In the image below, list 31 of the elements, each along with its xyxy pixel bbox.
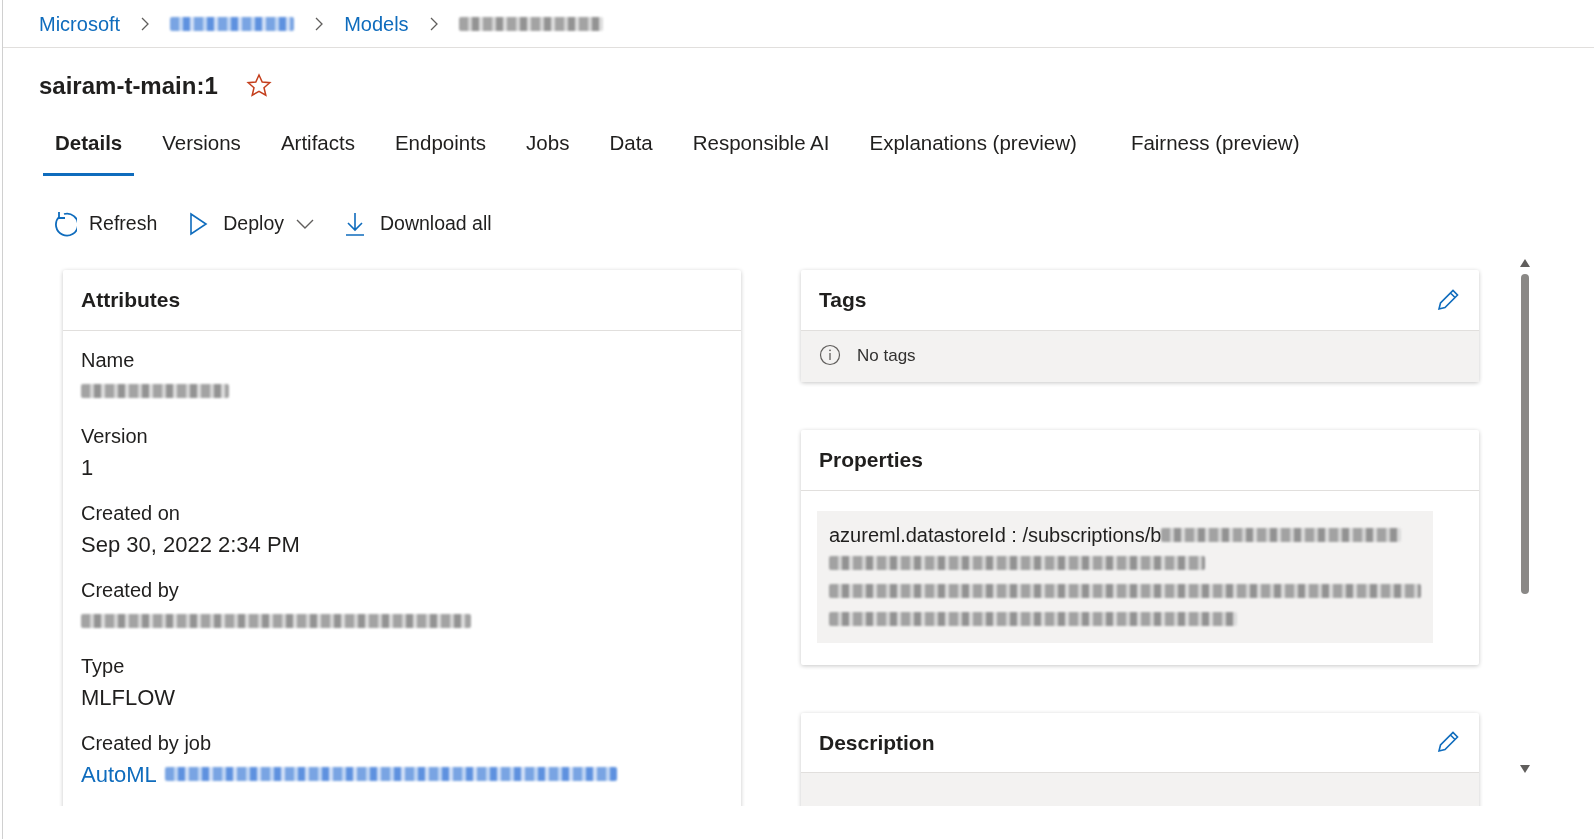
tab[interactable]: Details	[43, 118, 135, 176]
field-label: Created on	[81, 500, 181, 526]
field-value: 1	[81, 453, 95, 482]
tab[interactable]: Versions	[150, 118, 253, 176]
breadcrumb-link[interactable]: Models	[344, 8, 409, 39]
toolbar-button[interactable]: Deploy	[183, 205, 316, 243]
field-label: Created by job	[81, 730, 213, 756]
tab[interactable]: Jobs	[514, 118, 582, 176]
card-title: Properties	[819, 447, 923, 473]
toolbar-button[interactable]: Refresh	[49, 205, 160, 243]
tab[interactable]: Fairness (preview)	[1118, 118, 1312, 176]
toolbar-button[interactable]: Download all	[340, 205, 494, 243]
tab[interactable]: Data	[597, 118, 665, 176]
card-title: Tags	[819, 287, 867, 313]
card-title: Description	[819, 729, 935, 756]
tab[interactable]: Responsible AI	[680, 118, 842, 176]
breadcrumb-link[interactable]: Microsoft	[39, 8, 121, 39]
empty-message: No tags	[857, 344, 916, 367]
property-text: azureml.datastoreId : /subscriptions/b	[829, 522, 1162, 548]
tab[interactable]: Endpoints	[382, 118, 499, 176]
card-title: Attributes	[81, 287, 181, 313]
field-value: Sep 30, 2022 2:34 PM	[81, 530, 301, 559]
field-label: Name	[81, 347, 136, 373]
job-link[interactable]: AutoML	[81, 757, 157, 791]
tab[interactable]: Explanations (preview)	[857, 118, 1089, 176]
page-title: sairam-t-main:1	[39, 71, 218, 101]
field-label: Type	[81, 653, 126, 679]
field-label: Version	[81, 423, 149, 449]
tab[interactable]: Artifacts	[268, 118, 367, 176]
field-value: MLFLOW	[81, 683, 177, 712]
field-label: Created by	[81, 577, 180, 603]
